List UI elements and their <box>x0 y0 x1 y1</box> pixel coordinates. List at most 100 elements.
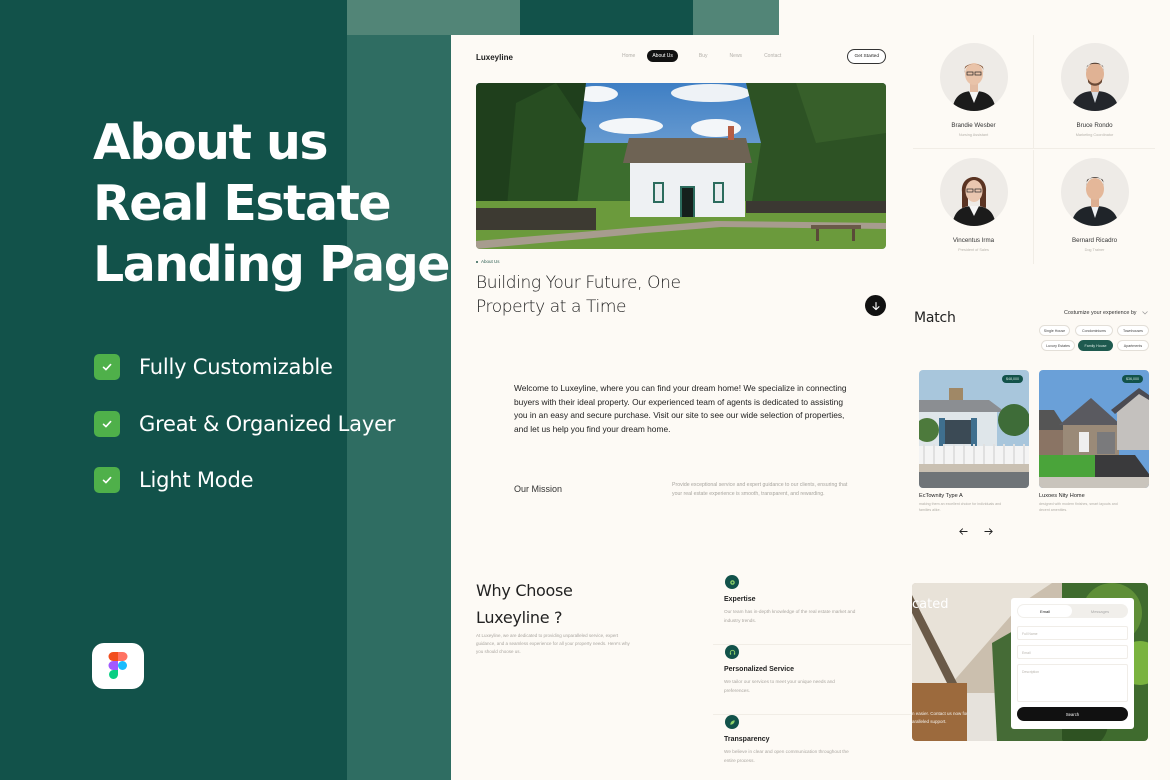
contact-subtext: n easier. Contact us now for aralleled s… <box>912 710 968 726</box>
contact-section: cated n easier. Contact us now for arall… <box>912 583 1148 741</box>
member-role: Marketing Coordinator <box>1075 133 1114 137</box>
price-badge: $48,000 <box>1002 375 1023 383</box>
landing-page-mockup: Luxeyline Home About Us Buy News Contact… <box>451 35 911 780</box>
headline-line: Building Your Future, One <box>476 273 681 293</box>
checkmark-icon <box>94 354 120 380</box>
team-member-card[interactable]: Bruce Rondo Marketing Coordinator <box>1034 35 1155 149</box>
carousel-controls <box>957 525 994 537</box>
feature-label: Light Mode <box>139 468 254 492</box>
member-name: Vincentus Irma <box>952 237 995 244</box>
section-eyebrow: About Us <box>476 259 500 264</box>
member-name: Bruce Rondo <box>1076 122 1113 129</box>
nav-item-about-us[interactable]: About Us <box>647 50 678 62</box>
reason-item: Expertise Our team has in-depth knowledg… <box>713 575 911 645</box>
contact-heading: cated <box>912 597 949 612</box>
reason-item: Transparency We believe in clear and ope… <box>713 715 911 780</box>
search-button[interactable]: Search <box>1017 707 1128 721</box>
member-role: President of Sales <box>958 248 989 252</box>
chip-condominiums[interactable]: Condominiums <box>1075 325 1113 336</box>
badge-icon <box>725 575 739 589</box>
nav-item-contact[interactable]: Contact <box>764 53 781 59</box>
member-role: Dog Trainer <box>1084 248 1105 252</box>
contact-tabs: Email Messages <box>1017 604 1128 618</box>
brand-logo[interactable]: Luxeyline <box>476 53 513 62</box>
match-title: Match <box>914 310 956 326</box>
email-input[interactable]: Email <box>1017 645 1128 659</box>
feature-list: Fully Customizable Great & Organized Lay… <box>94 353 395 523</box>
checkmark-icon <box>94 410 120 437</box>
reason-desc: We tailor our services to meet your uniq… <box>724 679 835 693</box>
listing-image: $48,000 <box>919 370 1029 488</box>
reason-title: Expertise <box>724 596 756 603</box>
why-title-line: Luxeyline ? <box>476 608 563 627</box>
chip-single-house[interactable]: Single House <box>1039 325 1070 336</box>
reason-desc: Our team has in-depth knowledge of the r… <box>724 609 856 623</box>
arrow-right-icon[interactable] <box>982 525 994 537</box>
checkmark-icon <box>94 467 120 493</box>
scroll-down-button[interactable] <box>865 295 886 316</box>
team-member-card[interactable]: Brandie Wesber Nursing Assistant <box>913 35 1034 149</box>
avatar <box>1061 158 1129 226</box>
avatar <box>1061 43 1129 111</box>
nav-item-buy[interactable]: Buy <box>699 53 708 59</box>
promo-title: About us Real Estate Landing Page <box>93 112 451 295</box>
nav-item-home[interactable]: Home <box>622 53 635 59</box>
arrow-left-icon[interactable] <box>957 525 969 537</box>
customize-dropdown[interactable]: Costumize your experience by <box>1064 310 1148 316</box>
top-nav: Luxeyline Home About Us Buy News Contact… <box>476 49 886 65</box>
full-name-input[interactable]: Full Name <box>1017 626 1128 640</box>
chip-family-house[interactable]: Family House <box>1078 340 1113 351</box>
leaf-icon <box>725 715 739 729</box>
listing-title: EcTownity Type A <box>919 493 963 499</box>
bullet-icon <box>476 260 478 263</box>
intro-paragraph: Welcome to Luxeyline, where you can find… <box>514 383 847 434</box>
arrow-down-icon <box>871 301 880 310</box>
headline-line: Property at a Time <box>476 297 627 317</box>
background-band <box>520 0 693 35</box>
description-input[interactable]: Description <box>1017 664 1128 702</box>
team-member-card[interactable]: Bernard Ricadro Dog Trainer <box>1034 150 1155 264</box>
reason-title: Transparency <box>724 736 770 743</box>
feature-item: Light Mode <box>94 466 395 494</box>
page-headline: Building Your Future, One Property at a … <box>476 271 681 319</box>
why-choose-title: Why Choose Luxeyline ? <box>476 577 573 631</box>
chip-luxury-estates[interactable]: Luxury Estates <box>1041 340 1075 351</box>
chevron-down-icon <box>1141 311 1148 315</box>
member-role: Nursing Assistant <box>958 133 989 137</box>
feature-label: Great & Organized Layer <box>139 411 396 436</box>
reason-desc: We believe in clear and open communicati… <box>724 749 849 763</box>
nav-item-news[interactable]: News <box>730 53 743 59</box>
background-band <box>347 0 520 35</box>
feature-item: Fully Customizable <box>94 353 395 381</box>
headset-icon <box>725 645 739 659</box>
reason-title: Personalized Service <box>724 666 795 673</box>
mission-label: Our Mission <box>514 484 563 494</box>
price-badge: $36,000 <box>1122 375 1143 383</box>
feature-item: Great & Organized Layer <box>94 410 395 438</box>
feature-label: Fully Customizable <box>139 355 333 379</box>
promo-title-line: Real Estate <box>93 175 392 232</box>
contact-subtext-line: aralleled support. <box>912 719 947 724</box>
nav-links: Home About Us Buy News Contact <box>622 50 803 62</box>
listing-card[interactable]: $36,000 Luxoes Nity Home designed with m… <box>1039 370 1149 513</box>
chip-apartments[interactable]: Apartments <box>1117 340 1149 351</box>
listing-desc: making them an excellent choice for indi… <box>919 502 1002 512</box>
chip-townhouses[interactable]: Townhouses <box>1117 325 1149 336</box>
mission-text: Provide exceptional service and expert g… <box>672 482 848 497</box>
background-band <box>693 0 779 35</box>
contact-subtext-line: n easier. Contact us now for <box>912 711 968 716</box>
listing-card[interactable]: $48,000 EcTownity Type A making them an … <box>919 370 1029 513</box>
hero-image <box>476 83 886 249</box>
team-member-card[interactable]: Vincentus Irma President of Sales <box>913 150 1034 264</box>
reasons-list: Expertise Our team has in-depth knowledg… <box>713 575 911 780</box>
team-grid: Brandie Wesber Nursing Assistant Bruce R… <box>913 35 1170 265</box>
contact-form: Email Messages Full Name Email Descripti… <box>1011 598 1134 729</box>
eyebrow-label: About Us <box>481 259 500 264</box>
tab-messages[interactable]: Messages <box>1073 605 1127 617</box>
promo-title-line: Landing Page <box>93 236 451 293</box>
listing-image: $36,000 <box>1039 370 1149 488</box>
tab-email[interactable]: Email <box>1018 605 1072 617</box>
figma-icon <box>108 652 128 679</box>
customize-label: Costumize your experience by <box>1064 310 1137 316</box>
get-started-button[interactable]: Get Started <box>847 49 886 64</box>
